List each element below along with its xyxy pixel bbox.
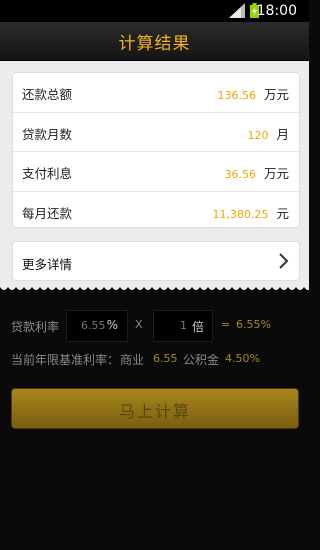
multiplier-unit: 倍 [191, 320, 204, 334]
rate-panel: 贷款利率 6.55 % X 1 倍 = 6.55% 当前年限基准利率： 商业 6… [0, 295, 309, 550]
status-time: 18:00 [256, 3, 297, 19]
more-details-label: 更多详情 [22, 257, 73, 272]
title-bar: 计算结果 [0, 22, 309, 61]
rate-result: 6.55% [236, 318, 271, 331]
commercial-rate: 6.55 [153, 352, 178, 365]
more-details-button[interactable]: 更多详情 [12, 241, 300, 281]
result-value: 11,380.25 [212, 207, 269, 221]
result-value: 120 [247, 128, 269, 142]
multiplier-input[interactable]: 1 倍 [153, 310, 213, 342]
calculate-button-label: 马上计算 [118, 402, 191, 421]
base-rate-input[interactable]: 6.55 % [66, 310, 128, 342]
base-rate-unit: % [106, 318, 118, 332]
base-rate-value: 6.55 [81, 319, 106, 332]
equals-sign: = [221, 318, 231, 331]
result-row-months: 贷款月数 120 月 [13, 113, 299, 152]
result-label: 每月还款 [22, 205, 73, 221]
chevron-right-icon [279, 253, 289, 269]
result-value: 36.56 [224, 168, 256, 181]
result-unit: 元 [276, 205, 289, 221]
calculate-button[interactable]: 马上计算 [11, 388, 299, 429]
result-unit: 月 [276, 126, 289, 142]
fund-label: 公积金 [183, 353, 220, 367]
results-card: 还款总额 136.56 万元 贷款月数 120 月 支付利息 36.56 万元 每月还… [12, 72, 300, 228]
signal-icon [229, 3, 245, 18]
fund-rate: 4.50% [225, 352, 260, 365]
result-unit: 万元 [263, 166, 289, 181]
scalloped-divider [0, 287, 309, 295]
result-unit: 万元 [263, 87, 289, 102]
result-label: 还款总额 [22, 87, 73, 102]
result-row-monthly: 每月还款 11,380.25 元 [13, 192, 299, 231]
result-value: 136.56 [217, 89, 256, 102]
result-row-interest: 支付利息 36.56 万元 [13, 152, 299, 192]
times-symbol: X [135, 318, 143, 331]
page-title: 计算结果 [118, 34, 191, 54]
baseline-label: 当前年限基准利率： [11, 353, 120, 367]
rate-label: 贷款利率 [11, 320, 60, 334]
result-row-total: 还款总额 136.56 万元 [13, 73, 299, 113]
results-panel: 还款总额 136.56 万元 贷款月数 120 月 支付利息 36.56 万元 每月还… [0, 61, 309, 291]
multiplier-value: 1 [180, 319, 187, 332]
status-bar: 18:00 [0, 0, 309, 22]
result-label: 支付利息 [22, 166, 73, 181]
commercial-label: 商业 [120, 353, 145, 367]
result-label: 贷款月数 [22, 126, 73, 142]
